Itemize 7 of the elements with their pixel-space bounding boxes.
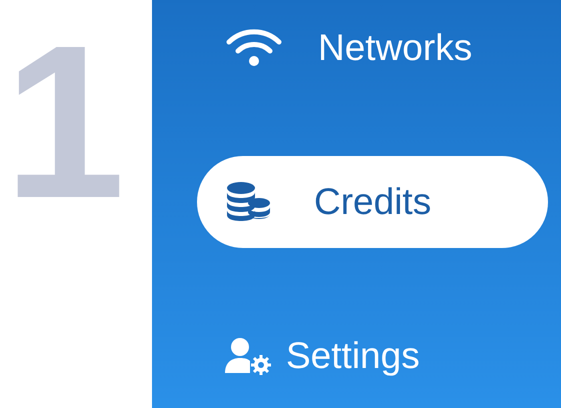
step-number: 1	[4, 14, 126, 232]
user-gear-icon	[225, 337, 271, 375]
wifi-icon	[225, 28, 283, 68]
menu-item[interactable]: Networks	[197, 2, 548, 94]
menu-item[interactable]: Credits	[197, 156, 548, 248]
coins-icon	[225, 181, 271, 223]
menu-item[interactable]: Settings	[197, 310, 548, 402]
